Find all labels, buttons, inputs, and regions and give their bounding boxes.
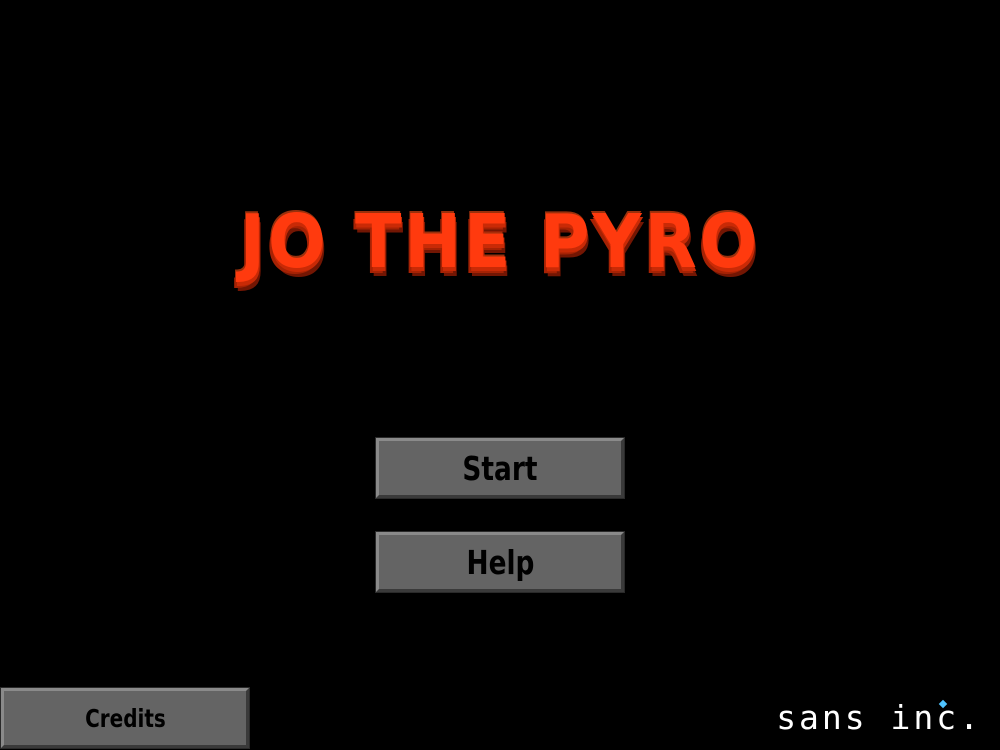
credits-button-label: Credits <box>84 703 166 733</box>
help-button[interactable]: Help <box>375 531 625 593</box>
help-button-label: Help <box>466 542 534 582</box>
credits-button[interactable]: Credits <box>0 687 250 749</box>
studio-logo: sans inc. <box>776 698 982 737</box>
start-button[interactable]: Start <box>375 437 625 499</box>
game-title: JO THE PYRO <box>239 199 761 285</box>
start-button-label: Start <box>462 448 538 488</box>
title-screen: JO THE PYRO Start Help Credits sans inc. <box>0 0 1000 750</box>
